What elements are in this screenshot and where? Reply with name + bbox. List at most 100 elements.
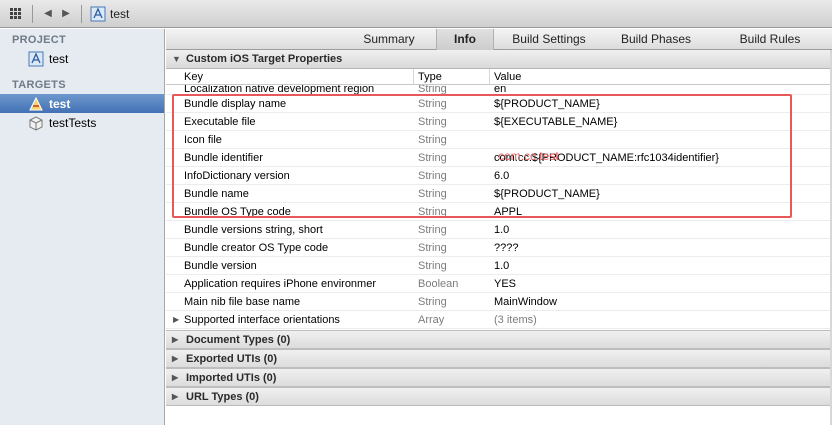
table-row[interactable]: Bundle version String 1.0 [166,257,832,275]
row-key: Bundle name [184,187,249,200]
column-header-value[interactable]: Value [490,69,832,84]
row-value[interactable]: ${PRODUCT_NAME} [490,98,832,110]
tab-build-rules[interactable]: Build Rules [708,29,832,50]
row-key: Icon file [184,133,222,146]
row-type: String [418,241,447,254]
section-title: Document Types (0) [186,333,291,346]
divider [32,4,33,23]
row-value[interactable]: 6.0 [490,170,832,182]
row-type: Array [418,313,445,326]
section-title: Exported UTIs (0) [186,352,278,365]
table-row[interactable]: Bundle name String ${PRODUCT_NAME} [166,185,832,203]
table-row[interactable]: Main nib file base name String MainWindo… [166,293,832,311]
row-type: String [418,205,447,218]
table-row[interactable]: Application requires iPhone environmer B… [166,275,832,293]
column-header-type[interactable]: Type [414,69,490,84]
jump-bar: ◀ ▶ test [0,0,832,28]
row-value[interactable]: ${PRODUCT_NAME} [490,188,832,200]
row-key: Bundle creator OS Type code [184,241,329,254]
row-value[interactable]: YES [490,278,832,290]
section-header-document-types[interactable]: ▶ Document Types (0) [166,330,832,349]
targets-header: TARGETS [12,79,66,91]
row-key: Application requires iPhone environmer [184,277,376,290]
row-value[interactable]: ${EXECUTABLE_NAME} [490,116,832,128]
row-type: String [418,151,447,164]
table-row[interactable]: Icon file String [166,131,832,149]
section-title: Custom iOS Target Properties [186,53,343,65]
annotation-text: com.cc.test [498,149,559,163]
row-type: String [418,169,447,182]
table-row[interactable]: Localization native development region S… [166,85,832,95]
table-row[interactable]: InfoDictionary version String 6.0 [166,167,832,185]
row-type: String [418,85,447,95]
column-header-key[interactable]: Key [166,69,414,84]
section-header-exported-utis[interactable]: ▶ Exported UTIs (0) [166,349,832,368]
row-value[interactable]: 1.0 [490,260,832,272]
breadcrumb-title[interactable]: test [110,7,129,21]
section-header-url-types[interactable]: ▶ URL Types (0) [166,387,832,406]
row-value[interactable]: MainWindow [490,296,832,308]
table-row[interactable]: Bundle display name String ${PRODUCT_NAM… [166,95,832,113]
target-item-label: testTests [49,115,97,130]
row-value[interactable]: 1.0 [490,224,832,236]
tab-summary[interactable]: Summary [342,29,436,50]
back-arrow-icon[interactable]: ◀ [39,4,57,24]
row-key: Bundle display name [184,97,287,110]
row-key: Bundle versions string, short [184,223,323,236]
grid-icon[interactable] [4,3,26,25]
table-row[interactable]: ▶ Supported interface orientations Array… [166,311,832,329]
table-row[interactable]: Bundle creator OS Type code String ???? [166,239,832,257]
disclosure-collapsed-icon[interactable]: ▶ [172,392,184,401]
table-row[interactable]: Executable file String ${EXECUTABLE_NAME… [166,113,832,131]
row-type: String [418,295,447,308]
project-header: PROJECT [12,34,67,46]
row-type: String [418,115,447,128]
tab-build-phases[interactable]: Build Phases [604,29,708,50]
target-item-testtests[interactable]: testTests [0,113,164,132]
row-type: String [418,133,447,146]
disclosure-collapsed-icon[interactable]: ▶ [172,335,184,344]
row-key: Executable file [184,115,256,128]
row-key: Bundle version [184,259,257,272]
table-row[interactable]: Bundle OS Type code String APPL [166,203,832,221]
row-key: InfoDictionary version [184,169,290,182]
editor-tab-bar: Summary Info Build Settings Build Phases… [166,29,832,50]
row-key: Bundle OS Type code [184,205,291,218]
section-title: URL Types (0) [186,390,259,403]
section-title: Imported UTIs (0) [186,371,277,384]
info-editor: ▼ Custom iOS Target Properties Key Type … [166,50,832,425]
row-value: (3 items) [494,313,537,326]
row-key: Bundle identifier [184,151,263,164]
disclosure-collapsed-icon[interactable]: ▶ [172,373,184,382]
project-navigator: PROJECT test TARGETS test testTests [0,29,165,425]
tab-build-settings[interactable]: Build Settings [494,29,604,50]
divider [81,4,82,23]
project-icon [28,51,44,66]
target-item-test[interactable]: test [0,94,164,113]
row-key: Main nib file base name [184,295,301,308]
tab-info[interactable]: Info [436,29,494,50]
forward-arrow-icon[interactable]: ▶ [57,4,75,24]
target-item-label: test [49,96,71,111]
project-icon [90,6,106,21]
disclosure-collapsed-icon[interactable]: ▶ [172,354,184,363]
row-type: String [418,187,447,200]
row-type: String [418,259,447,272]
disclosure-collapsed-icon[interactable]: ▶ [173,315,179,324]
row-value[interactable]: en [490,85,832,94]
project-item-label: test [49,51,69,66]
table-column-headers: Key Type Value [166,69,832,85]
app-target-icon [29,96,43,110]
disclosure-expanded-icon[interactable]: ▼ [172,54,184,64]
test-bundle-icon [29,115,43,131]
row-value[interactable]: ???? [490,242,832,254]
row-value[interactable]: APPL [490,206,832,218]
row-key: Localization native development region [184,85,375,94]
row-type: String [418,97,447,110]
project-item-test[interactable]: test [0,49,164,68]
row-key: Supported interface orientations [184,313,340,326]
section-header-imported-utis[interactable]: ▶ Imported UTIs (0) [166,368,832,387]
section-header-custom-ios-target-properties[interactable]: ▼ Custom iOS Target Properties [166,50,832,69]
row-type: Boolean [418,277,459,290]
table-row[interactable]: Bundle versions string, short String 1.0 [166,221,832,239]
